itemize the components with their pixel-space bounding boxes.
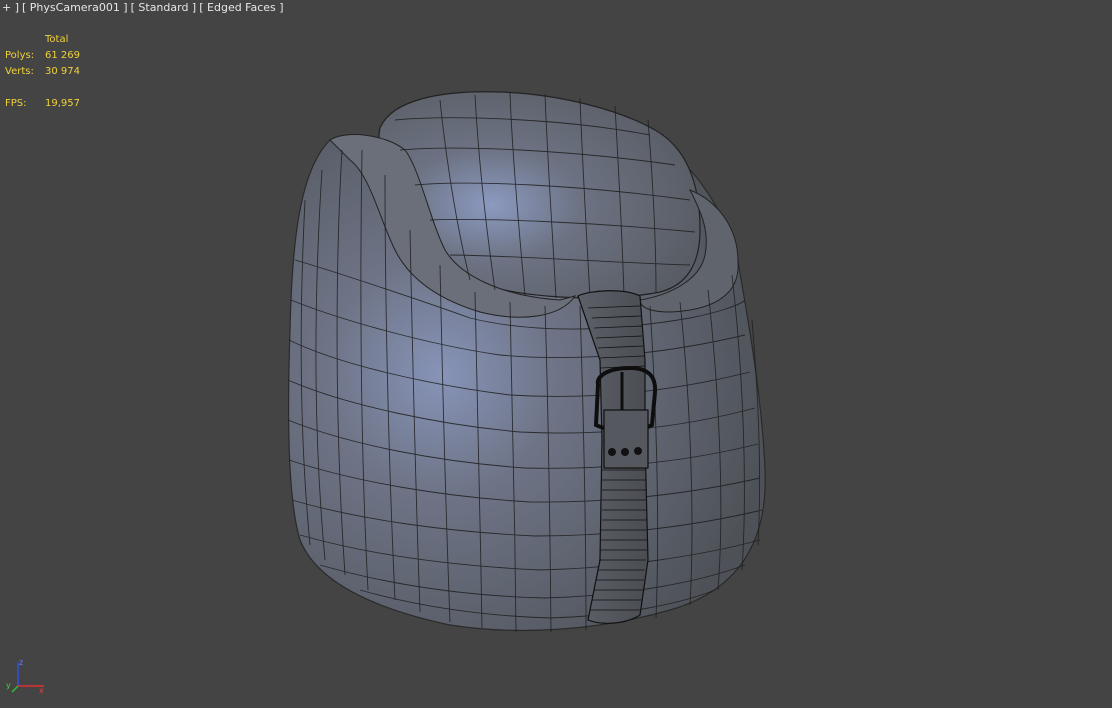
axis-z-label: z [19, 658, 23, 667]
axis-y-label: y [6, 681, 11, 690]
strap-holes [608, 447, 642, 456]
axis-x-label: x [39, 686, 44, 694]
axis-tripod-gizmo: z y x [6, 658, 44, 694]
bag-3d-model[interactable] [0, 0, 1112, 708]
viewport-perspective[interactable]: + ] [ PhysCamera001 ] [ Standard ] [ Edg… [0, 0, 1112, 708]
